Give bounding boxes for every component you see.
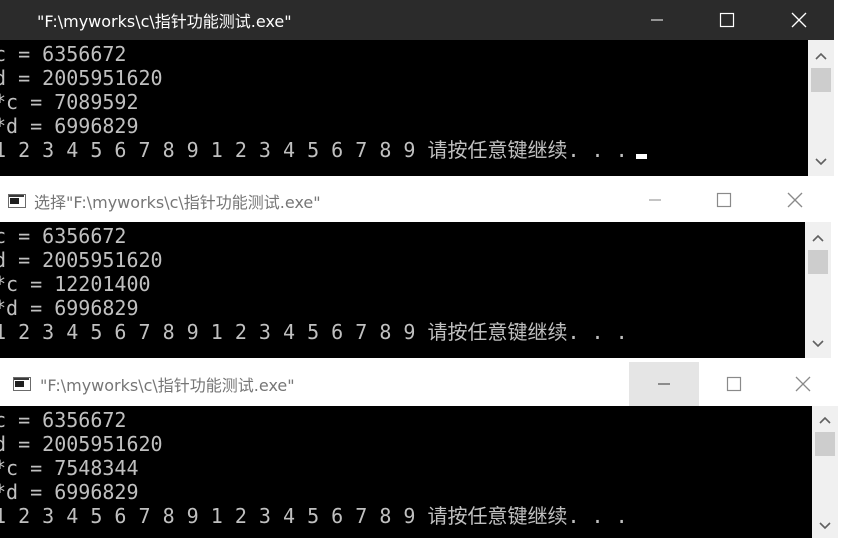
console-output[interactable]: c = 6356672 d = 2005951620 *c = 12201400…	[0, 222, 805, 358]
chevron-down-icon	[815, 158, 827, 166]
chevron-up-icon	[815, 52, 827, 60]
chevron-down-icon	[819, 522, 831, 530]
output-line-d: d = 2005951620	[0, 432, 163, 456]
scroll-up-button[interactable]	[808, 44, 834, 68]
maximize-icon	[726, 376, 742, 392]
console-window-2[interactable]: 选择"F:\myworks\c\指针功能测试.exe" c = 6356672 …	[0, 180, 831, 358]
close-button[interactable]	[764, 0, 834, 40]
output-line-d: d = 2005951620	[0, 248, 163, 272]
output-line-deref-d: *d = 6996829	[0, 114, 139, 138]
output-line-deref-d: *d = 6996829	[0, 480, 139, 504]
minimize-button[interactable]	[629, 362, 699, 406]
prompt-text: 1 2 3 4 5 6 7 8 9 1 2 3 4 5 6 7 8 9 请按任意…	[0, 138, 628, 162]
scroll-thumb[interactable]	[808, 250, 828, 274]
output-line-deref-c: *c = 7548344	[0, 456, 139, 480]
maximize-button[interactable]	[699, 362, 769, 406]
output-line-numbers: 1 2 3 4 5 6 7 8 9 1 2 3 4 5 6 7 8 9 请按任意…	[0, 138, 802, 162]
output-line-d: d = 2005951620	[0, 66, 163, 90]
title-bar[interactable]: "F:\myworks\c\指针功能测试.exe"	[0, 0, 834, 40]
maximize-button[interactable]	[692, 0, 762, 40]
output-line-deref-d: *d = 6996829	[0, 296, 139, 320]
maximize-icon	[719, 12, 735, 28]
close-icon	[795, 376, 811, 392]
output-line-numbers: 1 2 3 4 5 6 7 8 9 1 2 3 4 5 6 7 8 9 请按任意…	[0, 504, 628, 528]
scroll-down-button[interactable]	[808, 150, 834, 174]
scroll-down-button[interactable]	[812, 514, 838, 538]
scroll-thumb[interactable]	[815, 432, 835, 456]
output-line-numbers: 1 2 3 4 5 6 7 8 9 1 2 3 4 5 6 7 8 9 请按任意…	[0, 320, 628, 344]
console-window-3[interactable]: "F:\myworks\c\指针功能测试.exe" c = 6356672 d …	[0, 362, 838, 538]
minimize-icon	[649, 199, 661, 201]
minimize-icon	[658, 383, 670, 385]
maximize-button[interactable]	[689, 180, 759, 220]
vertical-scrollbar[interactable]	[812, 406, 838, 538]
window-title: 选择"F:\myworks\c\指针功能测试.exe"	[34, 193, 321, 212]
title-bar[interactable]: "F:\myworks\c\指针功能测试.exe"	[0, 362, 838, 406]
vertical-scrollbar[interactable]	[805, 222, 831, 358]
chevron-up-icon	[819, 416, 831, 424]
window-title: "F:\myworks\c\指针功能测试.exe"	[37, 12, 292, 31]
console-window-1[interactable]: "F:\myworks\c\指针功能测试.exe" c = 6356672 d …	[0, 0, 834, 176]
window-title: "F:\myworks\c\指针功能测试.exe"	[40, 376, 295, 395]
console-app-icon[interactable]	[13, 377, 31, 391]
scroll-up-button[interactable]	[812, 408, 838, 432]
console-app-icon[interactable]	[8, 194, 26, 208]
output-line-deref-c: *c = 7089592	[0, 90, 139, 114]
scroll-thumb[interactable]	[811, 68, 831, 92]
console-output[interactable]: c = 6356672 d = 2005951620 *c = 7089592 …	[0, 40, 808, 176]
output-line-c: c = 6356672	[0, 224, 127, 248]
vertical-scrollbar[interactable]	[808, 40, 834, 176]
close-button[interactable]	[768, 362, 838, 406]
output-line-deref-c: *c = 12201400	[0, 272, 151, 296]
text-cursor	[635, 154, 647, 159]
maximize-icon	[716, 192, 732, 208]
minimize-button[interactable]	[622, 0, 692, 40]
scroll-up-button[interactable]	[805, 226, 831, 250]
console-output[interactable]: c = 6356672 d = 2005951620 *c = 7548344 …	[0, 406, 812, 538]
close-icon	[791, 12, 807, 28]
close-icon	[787, 192, 803, 208]
minimize-button[interactable]	[620, 180, 690, 220]
minimize-icon	[651, 19, 663, 21]
scroll-down-button[interactable]	[805, 332, 831, 356]
title-bar[interactable]: 选择"F:\myworks\c\指针功能测试.exe"	[0, 180, 831, 222]
output-line-c: c = 6356672	[0, 42, 127, 66]
output-line-c: c = 6356672	[0, 408, 127, 432]
close-button[interactable]	[760, 180, 830, 220]
chevron-up-icon	[812, 234, 824, 242]
chevron-down-icon	[812, 340, 824, 348]
